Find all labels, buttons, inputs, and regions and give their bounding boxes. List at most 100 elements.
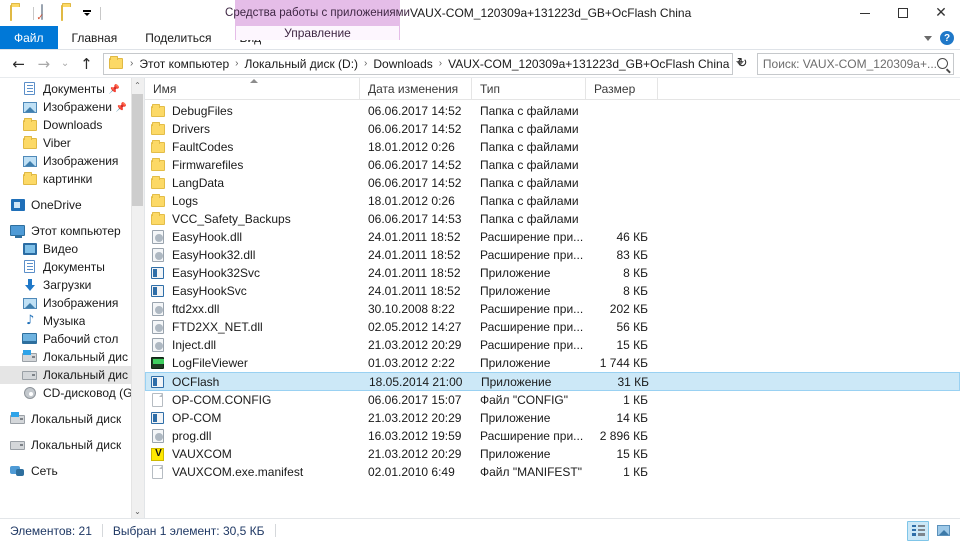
table-row[interactable]: Firmwarefiles 06.06.2017 14:52 Папка с фай…	[145, 156, 960, 174]
file-size-cell: 2 896 КБ	[599, 429, 648, 443]
sidebar-item-20[interactable]: Локальный диск	[0, 410, 144, 428]
table-row[interactable]: LangData 06.06.2017 14:52 Папка с файлами	[145, 174, 960, 192]
chevron-down-icon[interactable]	[924, 35, 932, 41]
tab-home[interactable]: Главная	[58, 26, 132, 49]
chevron-down-icon[interactable]	[81, 6, 93, 20]
sidebar-item-18[interactable]: CD-дисковод (G	[0, 384, 144, 402]
dll-icon	[150, 428, 166, 444]
tab-file[interactable]: Файл	[0, 26, 58, 49]
minimize-button[interactable]	[846, 0, 884, 26]
table-row[interactable]: VAUXCOM.exe.manifest 02.01.2010 6:49 Файл …	[145, 463, 960, 481]
generic-file-icon	[150, 464, 166, 480]
tab-manage[interactable]: Управление	[235, 26, 400, 40]
search-input[interactable]: Поиск: VAUX-COM_120309a+...	[756, 52, 954, 75]
navigation-scrollbar[interactable]: ⌃ ⌄	[131, 78, 144, 518]
video-icon	[22, 241, 38, 257]
sidebar-item-17[interactable]: Локальный дис	[0, 366, 144, 384]
sidebar-item-1[interactable]: Изображени 📌	[0, 98, 144, 116]
ribbon-right-controls: ?	[924, 26, 954, 50]
file-name-cell: Inject.dll	[145, 337, 360, 353]
scroll-down-icon[interactable]: ⌄	[131, 504, 144, 518]
view-large-icons-button[interactable]	[932, 521, 954, 541]
table-row[interactable]: EasyHook32Svc 24.01.2011 18:52 Приложение 8…	[145, 264, 960, 282]
sidebar-item-22[interactable]: Локальный диск	[0, 436, 144, 454]
breadcrumb-item-downloads[interactable]: Downloads	[371, 57, 434, 71]
sidebar-item-16[interactable]: Локальный дис	[0, 348, 144, 366]
sidebar-item-0[interactable]: Документы 📌	[0, 80, 144, 98]
file-date-cell: 18.05.2014 21:00	[369, 374, 463, 389]
table-row[interactable]: ftd2xx.dll 30.10.2008 8:22 Расширение при.…	[145, 300, 960, 318]
table-row[interactable]: Logs 18.01.2012 0:26 Папка с файлами	[145, 192, 960, 210]
table-row[interactable]: LogFileViewer 01.03.2012 2:22 Приложение 1 …	[145, 354, 960, 372]
sidebar-item-label: Viber	[43, 136, 71, 150]
sidebar-item-label: Этот компьютер	[31, 224, 121, 238]
sidebar-item-24[interactable]: Сеть	[0, 462, 144, 480]
breadcrumb-item-this-pc[interactable]: Этот компьютер	[137, 57, 231, 71]
address-input[interactable]: › Этот компьютер › Локальный диск (D:) ›…	[103, 52, 745, 75]
new-folder-icon[interactable]	[61, 5, 77, 21]
table-row[interactable]: EasyHook.dll 24.01.2011 18:52 Расширение п…	[145, 228, 960, 246]
folder-icon	[150, 193, 166, 209]
file-name-cell: Drivers	[145, 121, 360, 137]
file-name-cell: EasyHook32.dll	[145, 247, 360, 263]
maximize-button[interactable]	[884, 0, 922, 26]
file-name-cell: EasyHookSvc	[145, 283, 360, 299]
file-date-cell: 06.06.2017 14:52	[368, 122, 462, 136]
tab-share[interactable]: Поделиться	[131, 26, 225, 49]
sidebar-item-label: Изображения	[43, 154, 119, 168]
file-date-cell: 06.06.2017 15:07	[368, 393, 462, 407]
file-name-cell: LogFileViewer	[145, 355, 360, 371]
help-icon[interactable]: ?	[940, 31, 954, 45]
sidebar-item-5[interactable]: картинки	[0, 170, 144, 188]
sidebar-item-14[interactable]: ♪ Музыка	[0, 312, 144, 330]
toolbar-divider	[100, 6, 101, 20]
table-row[interactable]: FaultCodes 18.01.2012 0:26 Папка с файлами	[145, 138, 960, 156]
table-row[interactable]: Drivers 06.06.2017 14:52 Папка с файлами	[145, 120, 960, 138]
file-explorer-window: Средства работы с приложениями VAUX-COM_…	[0, 0, 960, 542]
table-row[interactable]: prog.dll 16.03.2012 19:59 Расширение при..…	[145, 427, 960, 445]
breadcrumb-item-current-folder[interactable]: VAUX-COM_120309a+131223d_GB+OcFlash Chin…	[446, 57, 731, 71]
table-row[interactable]: VCC_Safety_Backups 06.06.2017 14:53 Папка …	[145, 210, 960, 228]
breadcrumb-item-local-disk[interactable]: Локальный диск (D:)	[242, 57, 360, 71]
table-row[interactable]: FTD2XX_NET.dll 02.05.2012 14:27 Расширение…	[145, 318, 960, 336]
sidebar-item-15[interactable]: Рабочий стол	[0, 330, 144, 348]
forward-button[interactable]: →	[31, 52, 56, 76]
table-row[interactable]: VAUXCOM 21.03.2012 20:29 Приложение 15 КБ	[145, 445, 960, 463]
column-header-name[interactable]: Имя	[145, 78, 360, 99]
scroll-up-icon[interactable]: ⌃	[131, 78, 144, 92]
table-row[interactable]: DebugFiles 06.06.2017 14:52 Папка с файлам…	[145, 102, 960, 120]
sidebar-item-11[interactable]: Документы	[0, 258, 144, 276]
sidebar-item-7[interactable]: OneDrive	[0, 196, 144, 214]
status-item-count: Элементов: 21	[10, 523, 92, 538]
column-header-date[interactable]: Дата изменения	[360, 78, 472, 99]
sidebar-item-2[interactable]: Downloads	[0, 116, 144, 134]
sidebar-item-9[interactable]: Этот компьютер	[0, 222, 144, 240]
sidebar-item-10[interactable]: Видео	[0, 240, 144, 258]
file-date-cell: 01.03.2012 2:22	[368, 356, 455, 370]
close-button[interactable]: ✕	[922, 0, 960, 26]
column-header-size[interactable]: Размер	[586, 78, 658, 99]
back-button[interactable]: ←	[6, 52, 31, 76]
table-row[interactable]: Inject.dll 21.03.2012 20:29 Расширение при…	[145, 336, 960, 354]
up-button[interactable]: ↑	[74, 52, 99, 76]
document-icon	[22, 259, 38, 275]
table-row[interactable]: OP-COM.CONFIG 06.06.2017 15:07 Файл "CONFI…	[145, 391, 960, 409]
properties-icon[interactable]	[41, 4, 57, 21]
scrollbar-thumb[interactable]	[132, 94, 143, 206]
nav-group-gap	[0, 428, 144, 436]
table-row[interactable]: OP-COM 21.03.2012 20:29 Приложение 14 КБ	[145, 409, 960, 427]
column-header-type[interactable]: Тип	[472, 78, 586, 99]
status-bar: Элементов: 21 Выбран 1 элемент: 30,5 КБ	[0, 518, 960, 542]
sidebar-item-12[interactable]: Загрузки	[0, 276, 144, 294]
table-row[interactable]: EasyHook32.dll 24.01.2011 18:52 Расширение…	[145, 246, 960, 264]
folder-icon[interactable]	[10, 5, 26, 21]
view-details-button[interactable]	[907, 520, 929, 541]
refresh-icon[interactable]: ↻	[733, 54, 752, 74]
recent-locations-icon[interactable]: ⌄	[56, 52, 73, 76]
sidebar-item-13[interactable]: Изображения	[0, 294, 144, 312]
table-row[interactable]: OCFlash 18.05.2014 21:00 Приложение 31 КБ	[145, 372, 960, 391]
application-icon	[150, 283, 166, 299]
table-row[interactable]: EasyHookSvc 24.01.2011 18:52 Приложение 8 К…	[145, 282, 960, 300]
sidebar-item-4[interactable]: Изображения	[0, 152, 144, 170]
sidebar-item-3[interactable]: Viber	[0, 134, 144, 152]
